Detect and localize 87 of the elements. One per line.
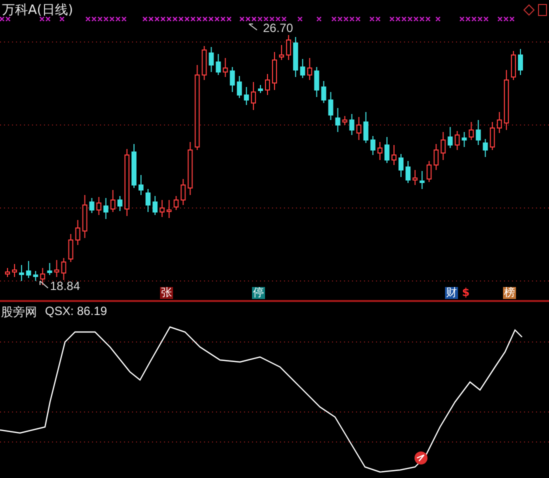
candlestick <box>420 170 425 190</box>
candlestick <box>434 144 439 170</box>
candlestick <box>250 82 256 110</box>
diamond-icon[interactable] <box>523 4 535 16</box>
candlestick <box>208 46 214 72</box>
candlestick <box>160 200 165 218</box>
candlestick <box>5 268 10 278</box>
candlestick <box>68 234 74 262</box>
candlestick <box>496 112 502 134</box>
candlestick <box>54 260 60 278</box>
candlestick <box>476 120 481 146</box>
candlestick <box>258 84 263 94</box>
candlestick <box>462 132 467 148</box>
candlestick <box>138 174 144 196</box>
candlestick <box>19 264 24 282</box>
event-marker[interactable]: 张 <box>160 287 173 299</box>
event-marker[interactable]: $ <box>461 287 471 299</box>
candlestick <box>412 170 418 186</box>
candlestick <box>406 160 411 184</box>
candlestick <box>174 196 179 210</box>
candlestick <box>110 190 116 212</box>
indicator-name: 股旁网 <box>1 304 37 321</box>
candlestick <box>180 178 186 206</box>
candlestick <box>230 66 235 92</box>
candlestick <box>482 138 488 158</box>
pointer-arrow <box>248 24 258 30</box>
candlestick <box>47 262 52 276</box>
candlestick <box>75 220 80 246</box>
candlestick <box>440 132 446 160</box>
signal-ball-icon <box>414 452 428 464</box>
high-price-label: 26.70 <box>262 21 294 35</box>
candlestick <box>61 258 66 280</box>
candlestick <box>321 80 326 104</box>
candlestick <box>518 48 523 76</box>
candlestick <box>89 198 94 214</box>
chart-title: 万科A(日线) <box>2 2 74 19</box>
candlestick <box>314 66 320 98</box>
candlestick <box>335 108 340 132</box>
candlestick <box>504 70 509 130</box>
candlestick <box>117 196 122 212</box>
candlestick <box>236 76 242 98</box>
candlestick <box>391 144 396 166</box>
candlestick <box>82 194 88 238</box>
candlestick <box>265 74 270 96</box>
candlestick <box>244 86 249 106</box>
candlestick <box>384 136 390 164</box>
candlestick <box>356 116 362 140</box>
candlestick <box>300 58 306 78</box>
candlestick <box>307 58 312 80</box>
candlestick <box>342 116 348 126</box>
candlestick <box>40 268 46 286</box>
event-marker[interactable]: 榜 <box>503 287 516 299</box>
candlestick <box>146 188 151 212</box>
candlestick <box>370 136 376 156</box>
candlestick <box>272 52 278 90</box>
candlestick <box>216 54 221 76</box>
low-price-label: 18.84 <box>50 279 80 293</box>
candlestick <box>377 142 382 160</box>
candlestick <box>96 196 102 216</box>
pointer-arrow <box>40 280 48 288</box>
candlestick <box>12 264 18 278</box>
candlestick <box>188 142 193 196</box>
candlestick <box>363 112 368 144</box>
candlestick <box>33 270 38 282</box>
candlestick <box>166 200 172 218</box>
candlestick <box>490 122 495 150</box>
indicator-reading: QSX: 86.19 <box>45 304 108 320</box>
candlestick <box>398 154 404 178</box>
event-marker[interactable]: 停 <box>252 287 265 299</box>
candlestick <box>222 58 228 78</box>
candlestick <box>510 50 516 80</box>
candlestick <box>131 144 136 188</box>
candlestick <box>26 260 32 278</box>
candlestick <box>293 36 298 78</box>
candlestick <box>349 114 354 136</box>
candlestick <box>202 46 207 80</box>
candlestick <box>103 198 108 220</box>
candlestick <box>152 196 158 216</box>
candlestick <box>124 148 130 216</box>
candlestick <box>279 44 284 60</box>
candlestick <box>328 92 334 120</box>
candlestick <box>426 160 432 182</box>
candlestick <box>448 126 453 148</box>
event-marker[interactable]: 财 <box>445 287 458 299</box>
panel-toggle-icon[interactable] <box>538 4 547 16</box>
candlestick <box>468 122 474 140</box>
candlestick <box>454 130 460 150</box>
